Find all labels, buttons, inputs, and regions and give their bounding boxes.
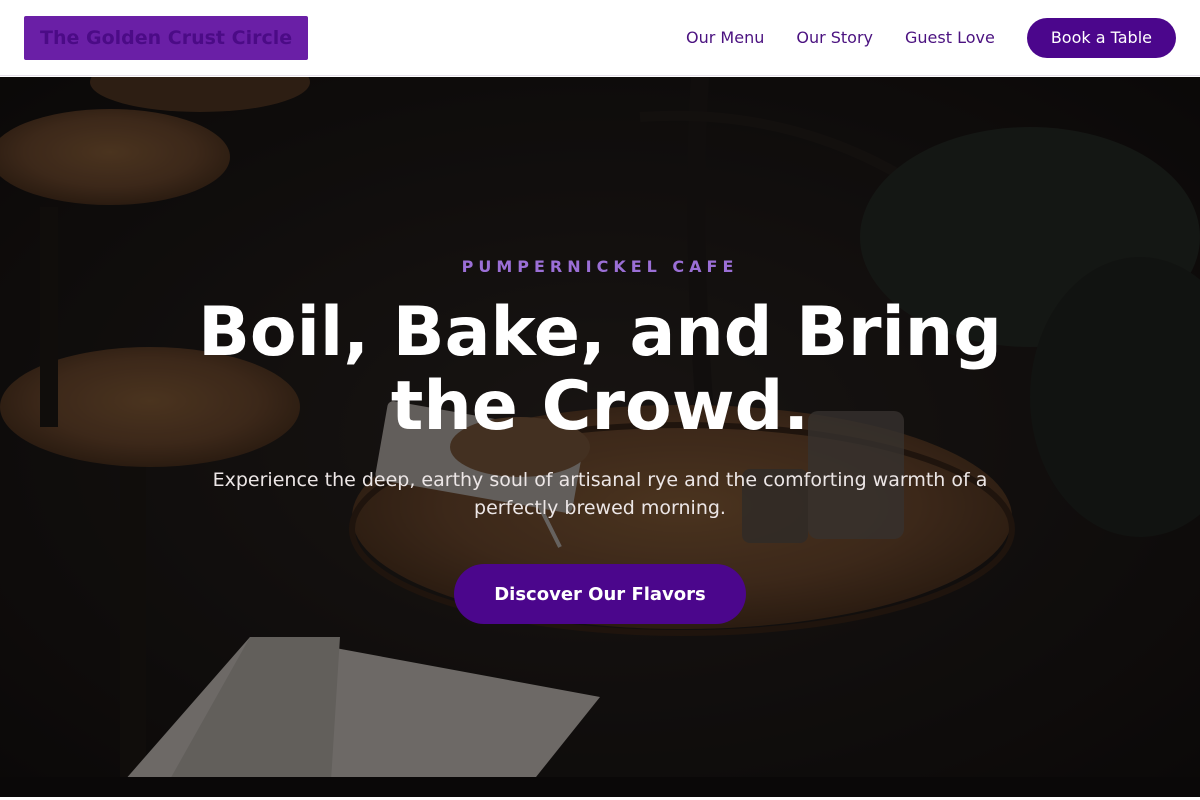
hero-subtext: Experience the deep, earthy soul of arti…: [212, 469, 988, 519]
brand-logo[interactable]: The Golden Crust Circle: [24, 15, 309, 60]
hero-section: PUMPERNICKEL CAFE Boil, Bake, and Bring …: [0, 77, 1200, 797]
main-nav: Our Menu Our Story Guest Love Book a Tab…: [686, 17, 1176, 58]
nav-guest-love[interactable]: Guest Love: [905, 28, 995, 47]
nav-our-story[interactable]: Our Story: [796, 28, 873, 47]
hero-headline: Boil, Bake, and Bring the Crowd.: [198, 293, 1002, 446]
hero-eyebrow: PUMPERNICKEL CAFE: [461, 257, 739, 276]
book-table-button[interactable]: Book a Table: [1026, 17, 1176, 58]
site-header: The Golden Crust Circle Our Menu Our Sto…: [0, 0, 1200, 76]
discover-flavors-button[interactable]: Discover Our Flavors: [454, 564, 746, 624]
hero-content: PUMPERNICKEL CAFE Boil, Bake, and Bring …: [0, 77, 1200, 797]
nav-our-menu[interactable]: Our Menu: [686, 28, 764, 47]
